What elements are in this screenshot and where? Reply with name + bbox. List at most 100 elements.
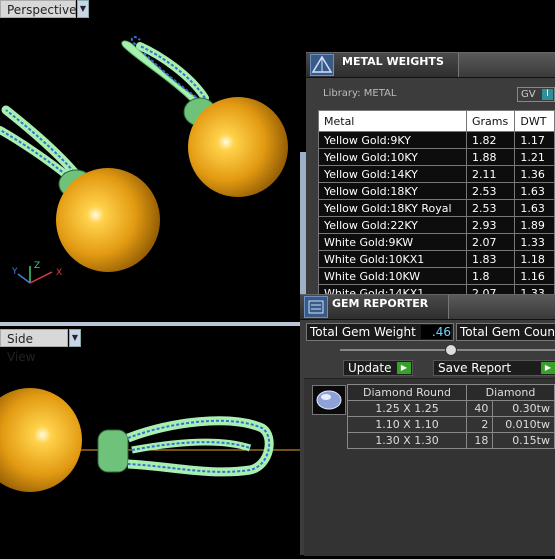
total-gem-count-label: Total Gem Count — [460, 325, 555, 339]
total-gem-weight-label: Total Gem Weight — [310, 325, 416, 339]
gem-row[interactable]: 1.25 X 1.25 40 0.30tw — [347, 400, 555, 417]
gem-reporter-panel: GEM REPORTER Total Gem Weight .46 Total … — [300, 294, 555, 556]
side-view-label[interactable]: Side View — [0, 329, 68, 364]
gem-type-header: Diamond — [466, 384, 555, 401]
metal-name-cell: White Gold:10KW — [318, 267, 467, 285]
grams-cell: 2.93 — [465, 216, 516, 234]
metal-weights-title: METAL WEIGHTS — [342, 55, 444, 68]
metal-name-cell: White Gold:9KW — [318, 233, 467, 251]
gv-toggle[interactable]: GV I — [517, 87, 555, 102]
metal-col-header[interactable]: Metal — [318, 110, 467, 132]
gem-weight-cell: 0.30tw — [492, 400, 555, 417]
metal-table-container[interactable]: Metal Grams DWT Yellow Gold:9KY 1.82 1.17 Y… — [318, 110, 555, 294]
metal-name-cell: Yellow Gold:14KY — [318, 165, 467, 183]
grams-cell: 1.8 — [465, 267, 516, 285]
metal-name-cell: White Gold:14KX1 — [318, 284, 467, 294]
side-viewport[interactable]: Side View ▼ — [0, 326, 300, 555]
gem-size-cell: 1.30 X 1.30 — [347, 432, 467, 449]
gem-shape-header: Diamond Round — [347, 384, 467, 401]
metal-row[interactable]: Yellow Gold:22KY 2.93 1.89 — [318, 216, 555, 234]
total-gem-weight-value[interactable]: .46 — [421, 325, 451, 339]
gv-indicator-icon: I — [542, 89, 553, 100]
metal-weights-icon — [310, 54, 334, 76]
gem-reporter-icon — [304, 296, 328, 318]
metal-name-cell: Yellow Gold:18KY Royal — [318, 199, 467, 217]
dwt-cell: 1.36 — [514, 165, 555, 183]
metal-row[interactable]: Yellow Gold:9KY 1.82 1.17 — [318, 131, 555, 149]
dwt-cell: 1.33 — [514, 233, 555, 251]
dwt-cell: 1.63 — [514, 182, 555, 200]
update-button[interactable]: Update ▶ — [343, 360, 413, 376]
update-go-icon: ▶ — [397, 362, 411, 374]
dwt-cell: 1.16 — [514, 267, 555, 285]
dwt-cell: 1.17 — [514, 131, 555, 149]
grams-cell: 2.53 — [465, 182, 516, 200]
total-gem-count-box: Total Gem Count — [456, 323, 555, 341]
gem-count-cell: 40 — [465, 400, 494, 417]
gem-row[interactable]: 1.30 X 1.30 18 0.15tw — [347, 432, 555, 449]
gem-count-cell: 2 — [465, 416, 494, 433]
metal-row[interactable]: White Gold:9KW 2.07 1.33 — [318, 233, 555, 251]
metal-row[interactable]: Yellow Gold:10KY 1.88 1.21 — [318, 148, 555, 166]
gem-reporter-tab-gap — [448, 295, 555, 319]
perspective-viewport[interactable]: Z X Y Perspective ▼ — [0, 0, 300, 322]
grams-cell: 2.07 — [465, 233, 516, 251]
gem-weight-cell: 0.010tw — [492, 416, 555, 433]
total-gem-weight-box: Total Gem Weight .46 — [306, 323, 454, 341]
metal-row[interactable]: Yellow Gold:18KY Royal 2.53 1.63 — [318, 199, 555, 217]
gem-reporter-title: GEM REPORTER — [332, 297, 429, 310]
grams-cell: 1.88 — [465, 148, 516, 166]
dwt-cell: 1.18 — [514, 250, 555, 268]
metal-row[interactable]: Yellow Gold:18KY 2.53 1.63 — [318, 182, 555, 200]
perspective-render: Z X Y — [0, 36, 288, 284]
report-slider-thumb[interactable] — [445, 344, 457, 356]
metal-row[interactable]: White Gold:10KW 1.8 1.16 — [318, 267, 555, 285]
dwt-cell: 1.21 — [514, 148, 555, 166]
side-view-dropdown-icon[interactable]: ▼ — [69, 329, 81, 347]
axis-z-label: Z — [34, 261, 40, 271]
grams-cell: 1.83 — [465, 250, 516, 268]
grams-cell: 1.82 — [465, 131, 516, 149]
gem-row[interactable]: 1.10 X 1.10 2 0.010tw — [347, 416, 555, 433]
dwt-col-header[interactable]: DWT — [514, 110, 555, 132]
grams-cell: 2.11 — [465, 165, 516, 183]
grams-col-header[interactable]: Grams — [465, 110, 516, 132]
save-report-label: Save Report — [438, 361, 512, 375]
metal-weights-tab-gap — [458, 53, 555, 77]
metal-row[interactable]: White Gold:10KX1 1.83 1.18 — [318, 250, 555, 268]
perspective-label[interactable]: Perspective — [0, 0, 77, 18]
update-label: Update — [348, 361, 392, 375]
gem-size-cell: 1.10 X 1.10 — [347, 416, 467, 433]
bail-cylinder — [97, 429, 129, 473]
axis-x-label: X — [56, 268, 62, 278]
metal-row[interactable]: Yellow Gold:14KY 2.11 1.36 — [318, 165, 555, 183]
metal-weights-panel: METAL WEIGHTS Library: METAL GV I Metal … — [306, 52, 555, 294]
dwt-cell: 1.63 — [514, 199, 555, 217]
gem-table-header: Diamond Round Diamond — [347, 384, 555, 401]
gem-size-cell: 1.25 X 1.25 — [347, 400, 467, 417]
metal-name-cell: Yellow Gold:22KY — [318, 216, 467, 234]
dwt-cell: 1.89 — [514, 216, 555, 234]
pendant-right — [121, 36, 288, 197]
axis-gizmo: Z X Y — [11, 261, 62, 284]
metal-name-cell: Yellow Gold:18KY — [318, 182, 467, 200]
gem-list[interactable]: Diamond Round Diamond 1.25 X 1.25 40 0.30t… — [304, 378, 555, 556]
diamond-round-thumbnail — [312, 385, 346, 415]
save-report-go-icon: ▶ — [541, 362, 555, 374]
metal-row[interactable]: White Gold:14KX1 2.07 1.33 — [318, 284, 555, 294]
gem-count-cell: 18 — [465, 432, 494, 449]
pendant-left — [0, 105, 160, 272]
grams-cell: 2.53 — [465, 199, 516, 217]
diamond-icon — [316, 390, 342, 410]
metal-name-cell: White Gold:10KX1 — [318, 250, 467, 268]
gem-weight-cell: 0.15tw — [492, 432, 555, 449]
library-label: Library: METAL — [323, 88, 397, 99]
gv-label: GV — [521, 89, 536, 100]
gem-table: Diamond Round Diamond 1.25 X 1.25 40 0.30t… — [347, 384, 555, 449]
side-render — [0, 388, 300, 492]
save-report-button[interactable]: Save Report ▶ — [433, 360, 555, 376]
perspective-dropdown-icon[interactable]: ▼ — [77, 0, 89, 18]
metal-name-cell: Yellow Gold:9KY — [318, 131, 467, 149]
grams-cell: 2.07 — [465, 284, 516, 294]
axis-y-label: Y — [11, 267, 18, 277]
